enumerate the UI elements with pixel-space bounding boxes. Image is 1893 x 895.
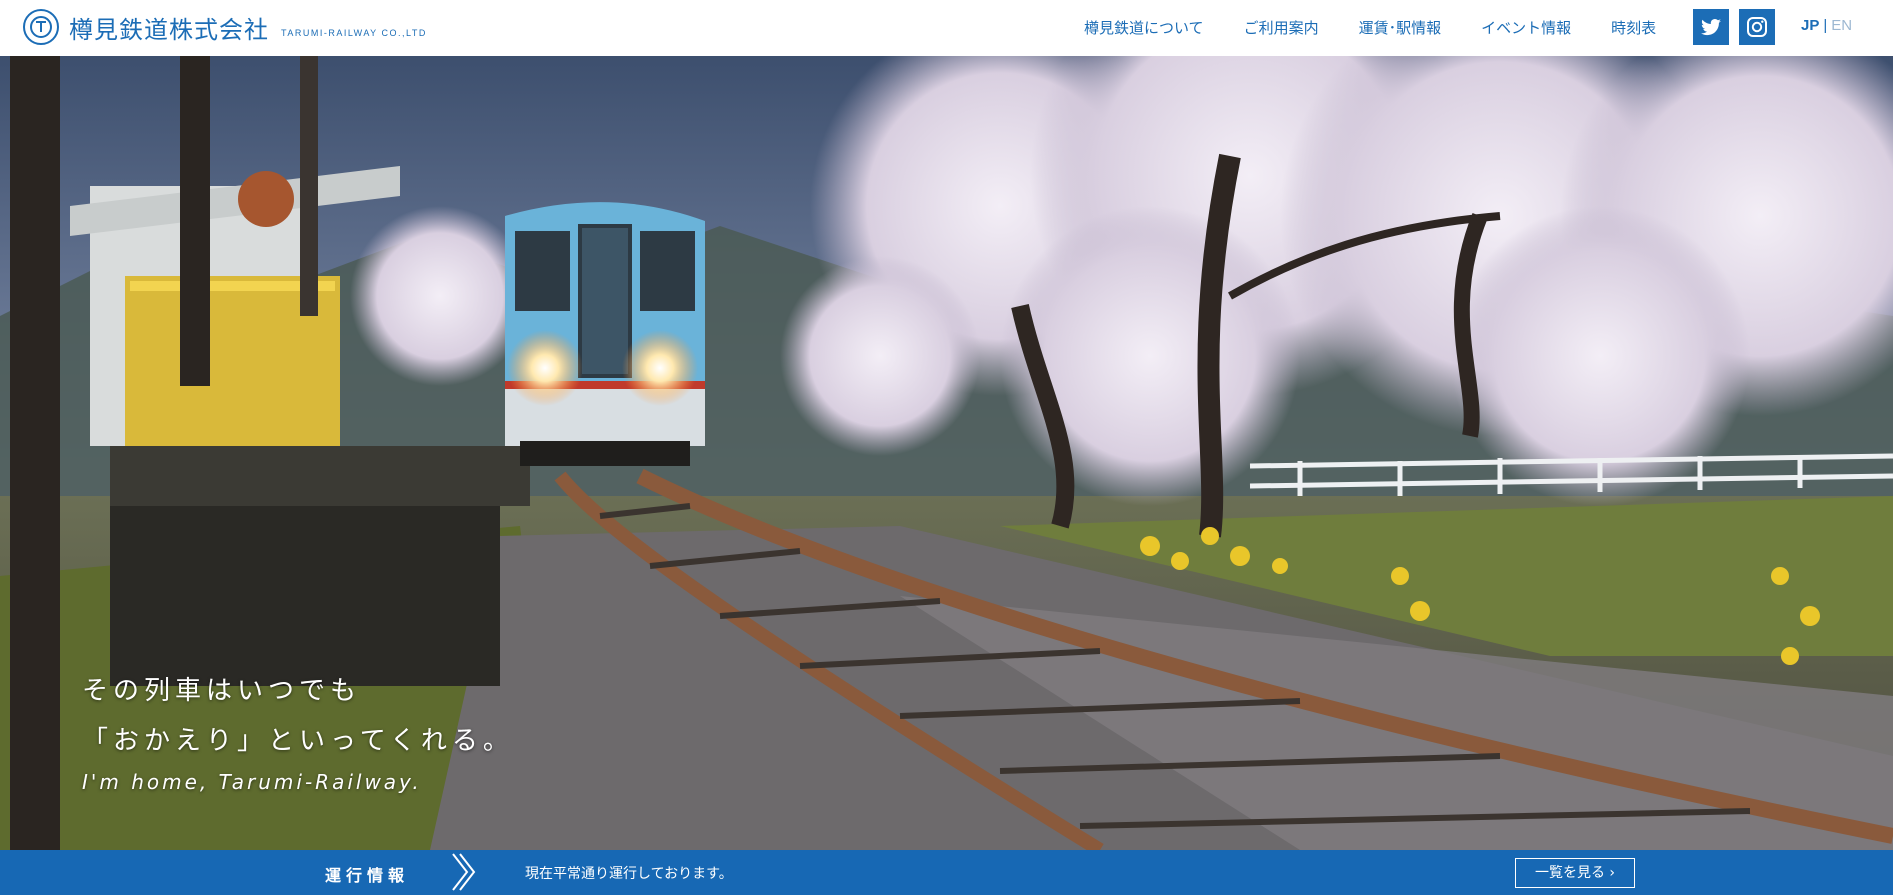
view-list-button[interactable]: 一覧を見る › — [1515, 858, 1635, 888]
brand-logo-link[interactable]: 樽見鉄道株式会社 TARUMI-RAILWAY CO.,LTD — [23, 8, 427, 46]
tagline-line-2: 「おかえり」といってくれる。 — [82, 726, 514, 756]
operation-status-title: 運行情報 — [325, 866, 410, 885]
operation-status-message: 現在平常通り運行しております。 — [525, 866, 733, 882]
tagline-english: I'm home, Tarumi-Railway. — [82, 770, 422, 794]
lang-jp[interactable]: JP — [1801, 17, 1819, 34]
nav-timetable[interactable]: 時刻表 — [1611, 17, 1656, 38]
hero-tagline: その列車はいつでも 「おかえり」といってくれる。 I'm home, Tarum… — [82, 666, 514, 794]
nav-guide[interactable]: ご利用案内 — [1244, 17, 1319, 38]
main-nav: 樽見鉄道について ご利用案内 運賃･駅情報 イベント情報 時刻表 — [1084, 17, 1656, 38]
site-header: 樽見鉄道株式会社 TARUMI-RAILWAY CO.,LTD 樽見鉄道について… — [0, 0, 1893, 56]
instagram-icon — [1747, 17, 1767, 37]
tagline-line-1: その列車はいつでも — [82, 676, 362, 706]
brand-name: 樽見鉄道株式会社 — [69, 15, 269, 44]
railway-emblem-icon — [23, 9, 59, 45]
twitter-link[interactable] — [1693, 9, 1729, 45]
nav-about[interactable]: 樽見鉄道について — [1084, 17, 1204, 38]
twitter-icon — [1700, 19, 1721, 36]
nav-events[interactable]: イベント情報 — [1481, 17, 1571, 38]
language-switcher: JP | EN — [1801, 17, 1852, 34]
lang-separator: | — [1823, 17, 1828, 34]
nav-fares-stations[interactable]: 運賃･駅情報 — [1359, 17, 1442, 38]
instagram-link[interactable] — [1739, 9, 1775, 45]
train — [505, 202, 705, 466]
operation-status-bar: 運行情報 現在平常通り運行しております。 一覧を見る › — [0, 850, 1893, 895]
brand-subtitle: TARUMI-RAILWAY CO.,LTD — [281, 28, 427, 38]
hero-banner: その列車はいつでも 「おかえり」といってくれる。 I'm home, Tarum… — [0, 56, 1893, 850]
social-links — [1693, 9, 1775, 45]
lang-en[interactable]: EN — [1831, 17, 1852, 34]
double-chevron-right-icon — [452, 853, 476, 891]
